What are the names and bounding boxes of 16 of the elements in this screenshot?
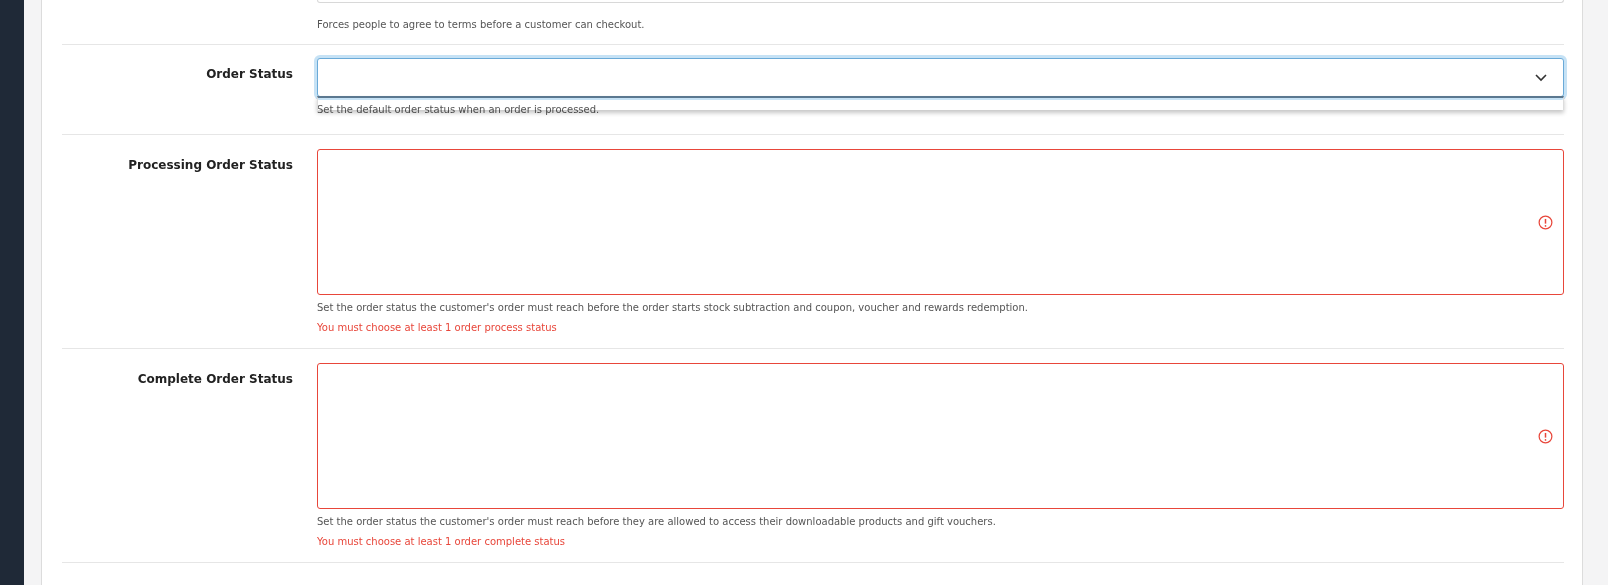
chevron-down-icon — [1535, 73, 1547, 82]
error-icon — [1538, 428, 1553, 444]
help-text: Set the order status the customer's order must reach before they are allowed to access their downloadable products and gift vouchers. — [317, 515, 997, 528]
field-label: Complete Order Status — [136, 371, 293, 388]
help-text: Set the order status the customer's order must reach before the order starts stock subtraction and coupon, voucher and rewards redemption. — [317, 301, 1029, 314]
error-message: You must choose at least 1 order process status — [317, 321, 558, 334]
help-text: Forces people to agree to terms before a customer can checkout. — [317, 18, 646, 31]
multiselect-field[interactable] — [317, 149, 1564, 295]
field-label: Order Status — [205, 66, 293, 83]
input-field[interactable] — [317, 0, 1564, 3]
select-field[interactable] — [317, 58, 1564, 97]
error-icon — [1538, 214, 1553, 230]
help-text: Set the default order status when an order is processed. — [317, 103, 601, 116]
multiselect-field[interactable] — [317, 363, 1564, 509]
field-label: Processing Order Status — [127, 157, 293, 174]
error-message: You must choose at least 1 order complete status — [317, 535, 566, 548]
